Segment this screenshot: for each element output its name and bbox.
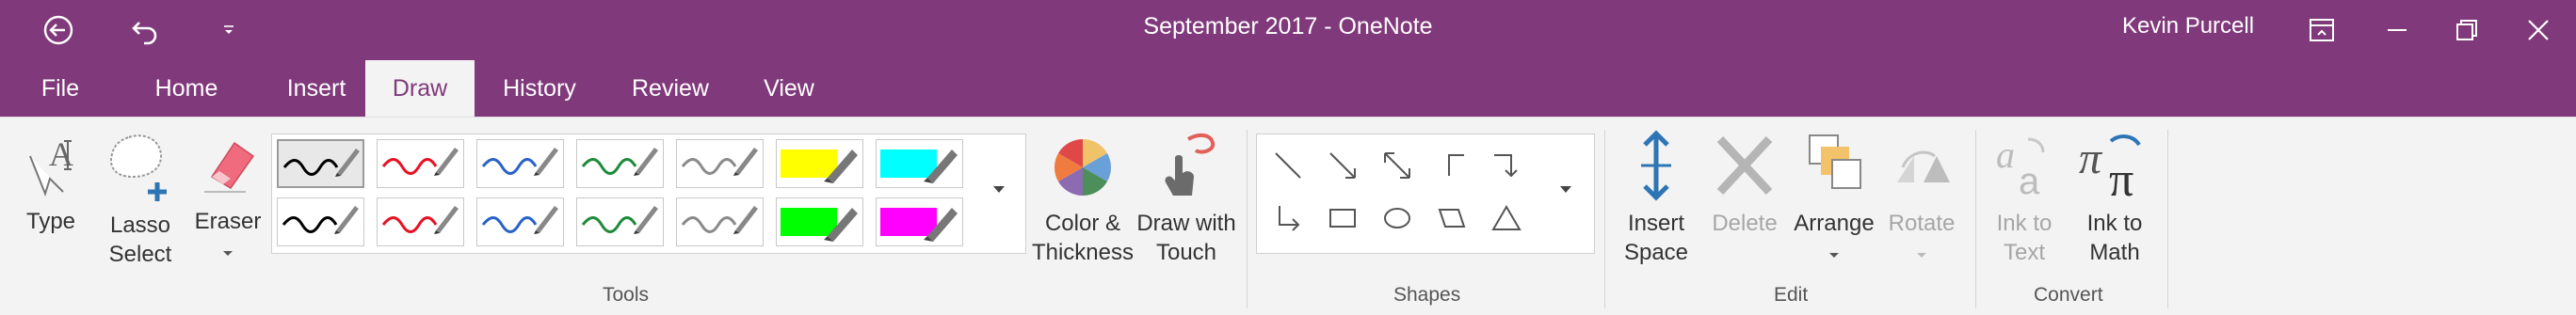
chevron-down-icon <box>992 182 1006 199</box>
ink-to-text-icon: aa <box>1990 130 2058 209</box>
line-icon[interactable] <box>1264 141 1312 190</box>
arrange-button[interactable]: Arrange <box>1787 130 1881 267</box>
rotate-icon <box>1886 130 1957 209</box>
draw-touch-icon <box>1151 130 1222 209</box>
double-arrow-icon[interactable] <box>1373 141 1422 190</box>
corner-arrow-down-icon[interactable] <box>1427 141 1476 190</box>
pen-swatch[interactable] <box>576 197 664 246</box>
highlighter-swatch[interactable] <box>876 139 963 188</box>
chevron-down-icon <box>1559 182 1572 199</box>
color-thickness-button[interactable]: Color & Thickness <box>1030 130 1135 267</box>
corner-arrow-up-icon[interactable] <box>1264 194 1312 243</box>
type-button[interactable]: A Type <box>13 130 89 236</box>
tab-file[interactable]: File <box>19 60 102 117</box>
group-separator <box>1975 130 1976 308</box>
tab-draw[interactable]: Draw <box>365 60 475 117</box>
arrow-icon[interactable] <box>1318 141 1367 190</box>
chevron-down-icon <box>1916 238 1927 267</box>
pen-swatch[interactable] <box>676 139 764 188</box>
ellipse-icon[interactable] <box>1373 194 1422 243</box>
more-shapes-button[interactable] <box>1552 175 1580 207</box>
color-wheel-icon <box>1049 130 1117 209</box>
title-bar: September 2017 - OneNote Kevin Purcell <box>0 0 2576 60</box>
group-separator <box>1604 130 1605 308</box>
draw-with-touch-button[interactable]: Draw with Touch <box>1130 130 1243 267</box>
ink-to-math-button[interactable]: ππ Ink to Math <box>2069 130 2160 267</box>
delete-x-icon <box>1711 130 1779 209</box>
pen-swatch[interactable] <box>277 139 364 188</box>
svg-text:π: π <box>2079 134 2103 183</box>
minimize-icon[interactable] <box>2378 11 2416 49</box>
group-label-shapes: Shapes <box>1393 284 1461 306</box>
triangle-icon[interactable] <box>1482 194 1531 243</box>
parallelogram-icon[interactable] <box>1427 194 1476 243</box>
group-label-tools: Tools <box>603 284 650 306</box>
group-label-convert: Convert <box>2034 284 2103 306</box>
ink-to-math-icon: ππ <box>2077 130 2152 209</box>
lasso-select-button[interactable]: Lasso Select <box>98 130 183 269</box>
pen-swatch[interactable] <box>476 139 564 188</box>
group-separator <box>1247 130 1248 308</box>
svg-text:a: a <box>2019 161 2040 201</box>
ribbon-display-options-icon[interactable] <box>2303 11 2341 49</box>
group-separator <box>2167 130 2168 308</box>
tab-insert[interactable]: Insert <box>264 60 369 117</box>
tab-home[interactable]: Home <box>132 60 241 117</box>
chevron-down-icon <box>222 236 233 265</box>
highlighter-swatch[interactable] <box>776 139 863 188</box>
pen-swatch[interactable] <box>277 197 364 246</box>
rectangle-icon[interactable] <box>1318 194 1367 243</box>
pen-swatch[interactable] <box>576 139 664 188</box>
tab-review[interactable]: Review <box>618 60 723 117</box>
type-cursor-icon: A <box>21 130 81 207</box>
tab-history[interactable]: History <box>488 60 591 117</box>
delete-button[interactable]: Delete <box>1702 130 1787 238</box>
pen-swatch[interactable] <box>476 197 564 246</box>
eraser-icon <box>195 130 261 207</box>
lasso-select-icon <box>103 130 178 211</box>
highlighter-swatch[interactable] <box>776 197 863 246</box>
svg-text:a: a <box>1996 134 2015 176</box>
insert-space-button[interactable]: Insert Space <box>1614 130 1699 267</box>
group-label-edit: Edit <box>1774 284 1809 306</box>
corner-arrow-down-right-icon[interactable] <box>1482 141 1531 190</box>
pen-swatch[interactable] <box>377 197 464 246</box>
chevron-down-icon <box>1828 238 1840 267</box>
insert-space-icon <box>1628 130 1684 209</box>
svg-text:π: π <box>2109 153 2133 201</box>
eraser-button[interactable]: Eraser <box>190 130 266 265</box>
restore-icon[interactable] <box>2448 11 2486 49</box>
tab-view[interactable]: View <box>751 60 827 117</box>
arrange-icon <box>1798 130 1870 209</box>
user-name[interactable]: Kevin Purcell <box>2122 13 2254 39</box>
more-pens-button[interactable] <box>985 175 1013 207</box>
ink-to-text-button[interactable]: aa Ink to Text <box>1985 130 2064 267</box>
close-icon[interactable] <box>2520 11 2557 49</box>
rotate-button[interactable]: Rotate <box>1879 130 1964 267</box>
pen-swatch[interactable] <box>676 197 764 246</box>
highlighter-swatch[interactable] <box>876 197 963 246</box>
pen-swatch[interactable] <box>377 139 464 188</box>
